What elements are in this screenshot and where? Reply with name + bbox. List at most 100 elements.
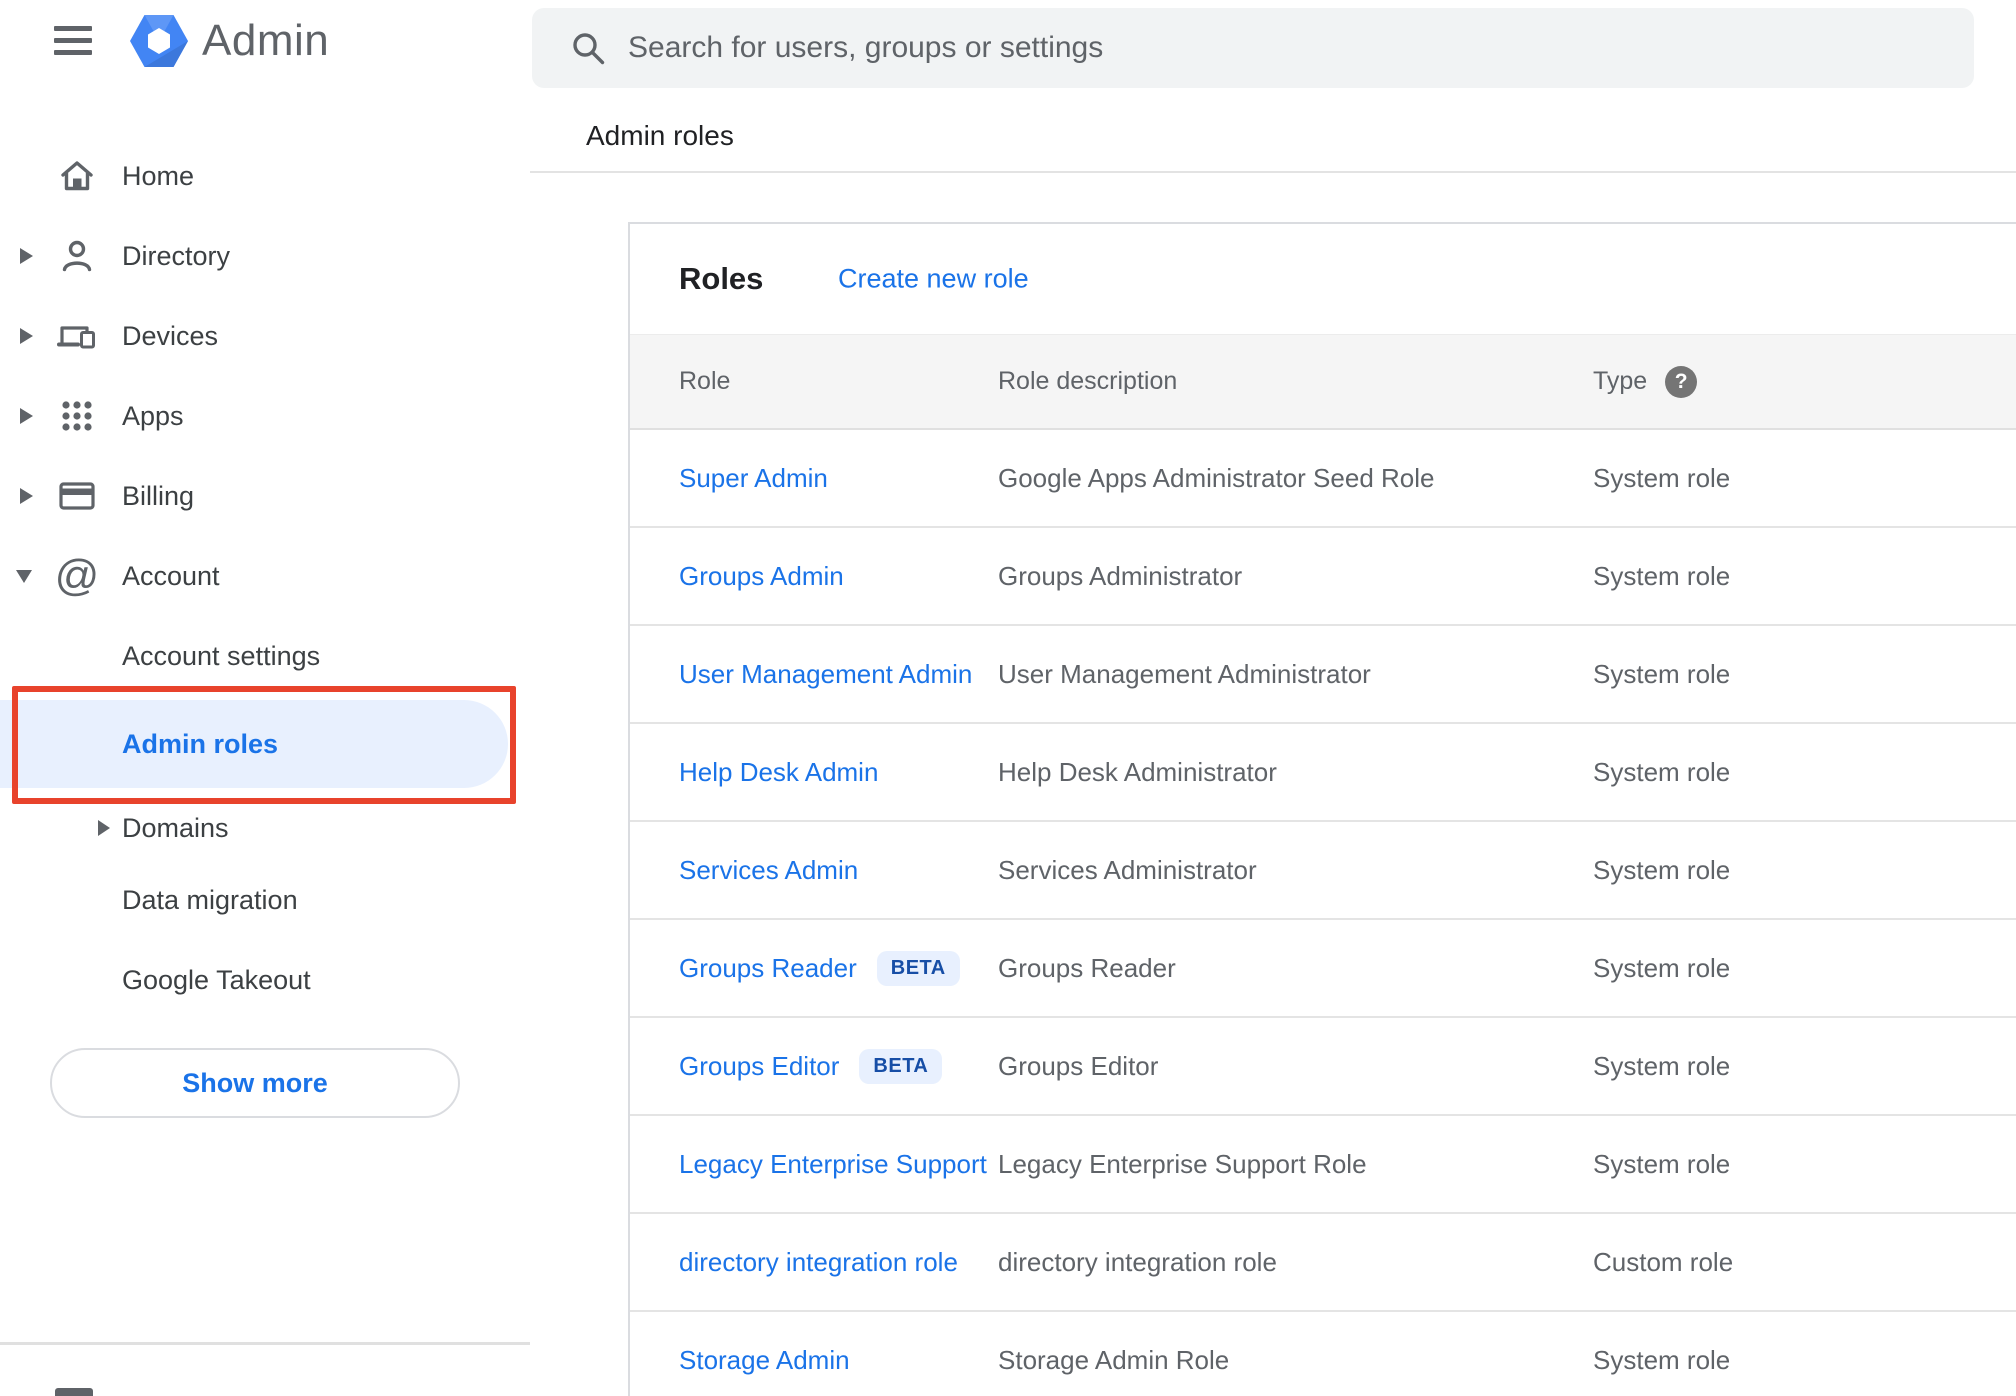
sidebar-item-label: Domains <box>122 812 229 843</box>
role-type: System role <box>1593 952 1731 983</box>
app-title: Admin <box>202 16 330 65</box>
role-description: Help Desk Administrator <box>998 756 1277 787</box>
role-type: System role <box>1593 756 1731 787</box>
roles-card-header: Roles Create new role <box>630 224 2016 334</box>
roles-title: Roles <box>679 261 764 296</box>
sidebar-item-label: Admin roles <box>122 728 279 759</box>
role-description: directory integration role <box>998 1246 1277 1277</box>
column-header-description: Role description <box>998 367 1178 395</box>
apps-grid-icon <box>55 394 99 438</box>
role-link[interactable]: Legacy Enterprise Support <box>679 1149 987 1180</box>
role-link[interactable]: Help Desk Admin <box>679 757 878 788</box>
table-row: Groups Reader BETA Groups Reader System … <box>630 920 2016 1018</box>
help-icon[interactable]: ? <box>1665 365 1698 398</box>
search-bar[interactable] <box>532 8 1974 88</box>
role-description: Groups Reader <box>998 952 1176 983</box>
role-description: Groups Administrator <box>998 560 1243 591</box>
table-row: Storage Admin Storage Admin Role System … <box>630 1312 2016 1396</box>
sidebar-item-directory[interactable]: Directory <box>0 216 530 296</box>
home-icon <box>55 154 99 198</box>
search-input[interactable] <box>628 18 1974 78</box>
sidebar-item-label: Apps <box>122 400 184 431</box>
chevron-down-icon[interactable] <box>16 569 32 583</box>
sidebar-item-home[interactable]: Home <box>0 136 530 216</box>
sidebar-item-label: Google Takeout <box>122 964 311 995</box>
role-type: System role <box>1593 1344 1731 1375</box>
table-row: User Management Admin User Management Ad… <box>630 626 2016 724</box>
role-type: System role <box>1593 658 1731 689</box>
roles-card: Roles Create new role Role Role descript… <box>628 222 2016 1396</box>
sidebar: Admin Home Directory Devices Apps Billin… <box>0 0 530 1396</box>
role-description: Google Apps Administrator Seed Role <box>998 462 1435 493</box>
chevron-right-icon[interactable] <box>20 248 33 264</box>
column-header-role: Role <box>679 367 731 395</box>
chevron-right-icon[interactable] <box>20 408 33 424</box>
breadcrumb: Admin roles <box>586 120 734 151</box>
show-more-label: Show more <box>182 1067 328 1098</box>
role-link[interactable]: directory integration role <box>679 1247 958 1278</box>
sidebar-item-label: Account settings <box>122 640 321 671</box>
table-row: directory integration role directory int… <box>630 1214 2016 1312</box>
role-type: System role <box>1593 462 1731 493</box>
at-icon: @ <box>54 551 100 600</box>
role-link[interactable]: User Management Admin <box>679 659 972 690</box>
person-icon <box>55 234 99 278</box>
role-description: Storage Admin Role <box>998 1344 1230 1375</box>
sidebar-item-billing[interactable]: Billing <box>0 456 530 536</box>
sidebar-item-google-takeout[interactable]: Google Takeout <box>0 940 530 1020</box>
admin-hexagon-icon <box>130 15 188 67</box>
table-row: Groups Editor BETA Groups Editor System … <box>630 1018 2016 1116</box>
table-header-row: Role Role description Type ? <box>630 334 2016 430</box>
sidebar-item-account[interactable]: @ Account <box>0 536 530 616</box>
role-type: System role <box>1593 1050 1731 1081</box>
chevron-right-icon[interactable] <box>20 488 33 504</box>
sidebar-item-label: Directory <box>122 240 231 271</box>
search-icon <box>573 33 605 65</box>
role-description: User Management Administrator <box>998 658 1371 689</box>
sidebar-item-devices[interactable]: Devices <box>0 296 530 376</box>
sidebar-item-apps[interactable]: Apps <box>0 376 530 456</box>
column-header-type: Type ? <box>1593 365 2016 398</box>
header-divider <box>530 171 2016 173</box>
role-link[interactable]: Storage Admin <box>679 1345 850 1376</box>
role-link[interactable]: Groups Reader <box>679 953 857 984</box>
role-link[interactable]: Groups Admin <box>679 561 844 592</box>
role-description: Services Administrator <box>998 854 1257 885</box>
app-logo: Admin <box>130 14 329 68</box>
role-type: System role <box>1593 1148 1731 1179</box>
sidebar-item-admin-roles[interactable]: Admin roles <box>0 700 508 788</box>
admin-console-screen: Admin Home Directory Devices Apps Billin… <box>0 0 2016 1396</box>
sidebar-item-label: Home <box>122 160 195 191</box>
sidebar-item-account-settings[interactable]: Account settings <box>0 616 530 696</box>
chevron-right-icon[interactable] <box>20 328 33 344</box>
sidebar-item-label: Account <box>122 560 220 591</box>
sidebar-header: Admin <box>0 0 530 90</box>
sidebar-item-label: Devices <box>122 320 219 351</box>
menu-icon[interactable] <box>54 26 92 56</box>
beta-badge: BETA <box>859 1048 943 1084</box>
table-row: Services Admin Services Administrator Sy… <box>630 822 2016 920</box>
role-link[interactable]: Groups Editor <box>679 1051 839 1082</box>
devices-icon <box>55 314 99 358</box>
role-link[interactable]: Super Admin <box>679 463 828 494</box>
role-link[interactable]: Services Admin <box>679 855 858 886</box>
partial-icon <box>55 1388 93 1396</box>
role-type: System role <box>1593 854 1731 885</box>
sidebar-item-label: Data migration <box>122 884 298 915</box>
role-type: System role <box>1593 560 1731 591</box>
table-row: Legacy Enterprise Support Legacy Enterpr… <box>630 1116 2016 1214</box>
show-more-button[interactable]: Show more <box>50 1048 460 1118</box>
role-type: Custom role <box>1593 1246 1734 1277</box>
credit-card-icon <box>55 474 99 518</box>
sidebar-item-label: Billing <box>122 480 195 511</box>
chevron-right-icon[interactable] <box>98 820 110 836</box>
sidebar-item-domains[interactable]: Domains <box>0 788 530 868</box>
create-new-role-link[interactable]: Create new role <box>838 264 1029 295</box>
sidebar-item-data-migration[interactable]: Data migration <box>0 860 530 940</box>
role-description: Groups Editor <box>998 1050 1159 1081</box>
table-row: Super Admin Google Apps Administrator Se… <box>630 430 2016 528</box>
table-row: Help Desk Admin Help Desk Administrator … <box>630 724 2016 822</box>
sidebar-divider <box>0 1342 530 1345</box>
table-row: Groups Admin Groups Administrator System… <box>630 528 2016 626</box>
beta-badge: BETA <box>876 950 960 986</box>
